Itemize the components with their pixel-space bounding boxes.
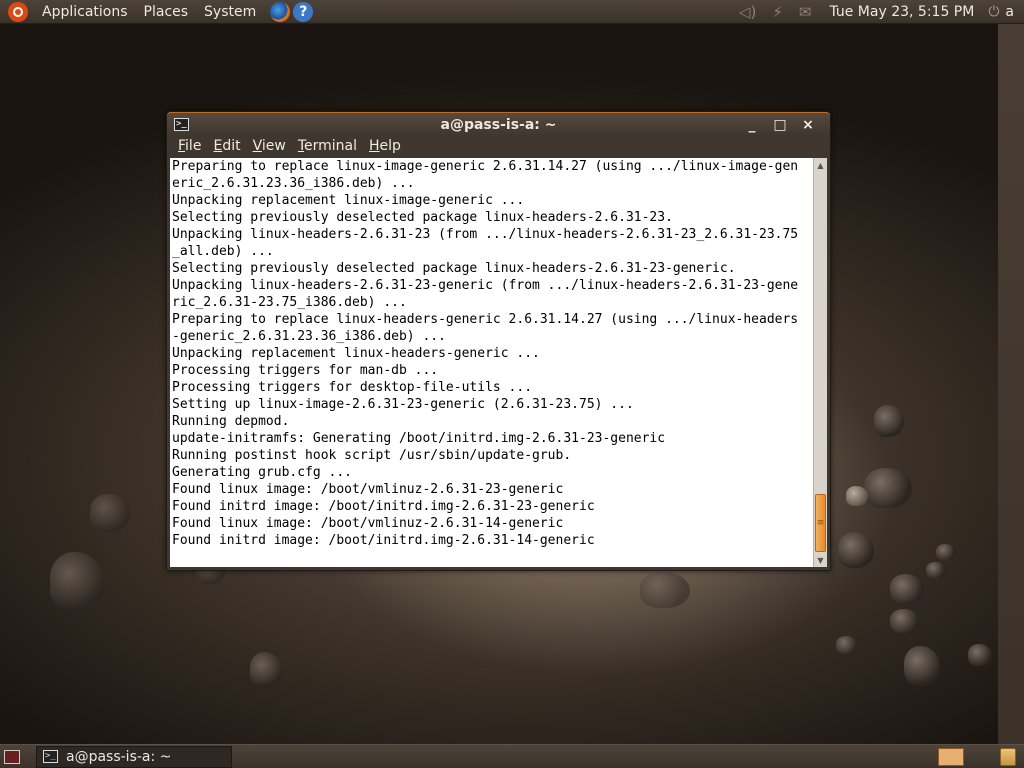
minimize-button[interactable]: _ [738,115,766,135]
terminal-line: Found initrd image: /boot/initrd.img-2.6… [172,499,595,514]
show-desktop-icon[interactable] [4,749,20,764]
terminal-line: Selecting previously deselected package … [172,210,673,225]
terminal-icon[interactable]: >_ [174,118,189,131]
places-menu[interactable]: Places [136,4,197,20]
terminal-line: Setting up linux-image-2.6.31-23-generic… [172,397,634,412]
firefox-icon[interactable] [270,1,291,22]
taskbar-button-label: a@pass-is-a: ~ [66,748,172,765]
ubuntu-logo-icon[interactable] [8,1,28,22]
window-titlebar[interactable]: >_ a@pass-is-a: ~ _ □ × [167,112,830,136]
window-title: a@pass-is-a: ~ [440,116,557,133]
menu-terminal[interactable]: Terminal [292,138,363,154]
terminal-line: Unpacking replacement linux-image-generi… [172,193,525,208]
desktop-edge-strip [998,24,1024,744]
terminal-line: _all.deb) ... [172,244,274,259]
volume-icon[interactable]: ◁) [739,3,756,21]
help-icon[interactable]: ? [293,1,314,22]
terminal-line: ric_2.6.31-23.75_i386.deb) ... [172,295,407,310]
mail-icon[interactable]: ✉ [799,3,812,21]
bottom-panel: >_ a@pass-is-a: ~ [0,744,1024,768]
terminal-line: Found linux image: /boot/vmlinuz-2.6.31-… [172,516,564,531]
scroll-thumb[interactable]: ≡ [815,494,826,552]
scroll-down-arrow-icon[interactable]: ▼ [814,553,827,567]
terminal-line: Preparing to replace linux-headers-gener… [172,312,799,327]
menu-file[interactable]: File [172,138,207,154]
power-icon[interactable]: ⏻ [988,4,999,20]
workspace-switcher[interactable] [938,747,964,766]
terminal-window: >_ a@pass-is-a: ~ _ □ × File Edit View T… [166,111,831,571]
applications-menu[interactable]: Applications [34,4,136,20]
terminal-line: Unpacking linux-headers-2.6.31-23 (from … [172,227,799,242]
maximize-button[interactable]: □ [766,115,794,135]
menu-view[interactable]: View [247,138,292,154]
terminal-line: Found linux image: /boot/vmlinuz-2.6.31-… [172,482,564,497]
top-panel: Applications Places System ? ◁) ⚡ ✉ Tue … [0,0,1024,24]
vertical-scrollbar[interactable]: ▲ ≡ ▼ [813,158,827,567]
terminal-line: Found initrd image: /boot/initrd.img-2.6… [172,533,595,548]
terminal-area[interactable]: Preparing to replace linux-image-generic… [170,158,827,567]
taskbar-button-terminal[interactable]: >_ a@pass-is-a: ~ [36,745,232,768]
wallpaper-rock [838,532,874,568]
menu-help[interactable]: Help [363,138,407,154]
wallpaper-rock [50,552,104,612]
system-tray: ◁) ⚡ ✉ Tue May 23, 5:15 PM ⏻ a [731,0,1024,24]
terminal-line: -generic_2.6.31.23.36_i386.deb) ... [172,329,446,344]
wallpaper-rock [936,544,956,560]
terminal-icon: >_ [43,750,58,763]
menu-bar: File Edit View Terminal Help [167,136,830,156]
scroll-up-arrow-icon[interactable]: ▲ [814,158,827,172]
wallpaper-rock [864,468,912,508]
close-button[interactable]: × [794,115,822,135]
wallpaper-rock [846,486,868,506]
terminal-line: Selecting previously deselected package … [172,261,736,276]
window-controls: _ □ × [738,115,822,135]
terminal-line: Processing triggers for man-db ... [172,363,439,378]
user-menu[interactable]: a [1005,4,1014,20]
wallpaper-rock [250,652,282,688]
wallpaper-rock [640,572,690,608]
system-menu[interactable]: System [196,4,264,20]
wallpaper-rock [90,494,130,532]
terminal-line: Running depmod. [172,414,290,429]
terminal-line: Preparing to replace linux-image-generic… [172,159,799,174]
clock[interactable]: Tue May 23, 5:15 PM [829,4,974,20]
wallpaper-rock [836,636,858,654]
trash-icon[interactable] [1000,747,1016,766]
terminal-output[interactable]: Preparing to replace linux-image-generic… [170,158,813,567]
wallpaper-rock [904,646,940,686]
wallpaper-rock [890,609,920,633]
terminal-line: eric_2.6.31.23.36_i386.deb) ... [172,176,415,191]
terminal-line: Generating grub.cfg ... [172,465,353,480]
wallpaper-rock [926,562,946,578]
wallpaper-rock [874,405,904,437]
terminal-line: update-initramfs: Generating /boot/initr… [172,431,666,446]
menu-edit[interactable]: Edit [207,138,246,154]
terminal-line: Processing triggers for desktop-file-uti… [172,380,533,395]
terminal-line: Unpacking linux-headers-2.6.31-23-generi… [172,278,799,293]
terminal-line: Running postinst hook script /usr/sbin/u… [172,448,572,463]
network-icon[interactable]: ⚡ [772,3,783,21]
terminal-line: Unpacking replacement linux-headers-gene… [172,346,540,361]
wallpaper-rock [968,644,992,666]
wallpaper-rock [890,574,924,604]
